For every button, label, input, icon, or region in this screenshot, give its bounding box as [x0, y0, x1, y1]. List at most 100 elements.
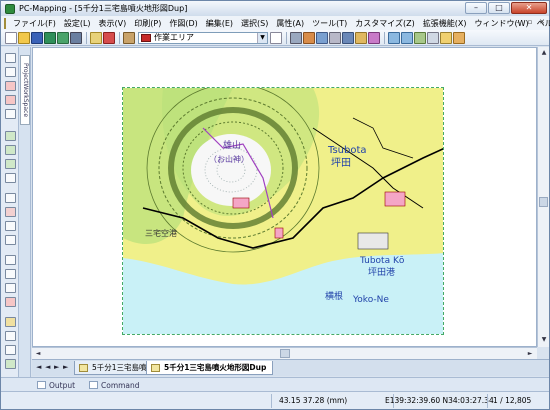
tab-next-icon[interactable]: ►: [54, 363, 59, 371]
pan-icon[interactable]: [427, 31, 439, 44]
vertical-scrollbar[interactable]: ▲ ▼: [537, 47, 549, 347]
zoom-in-icon[interactable]: [388, 31, 400, 44]
menu-print[interactable]: 印刷(P): [130, 18, 165, 29]
menu-select[interactable]: 選択(S): [237, 18, 272, 29]
label-peak: 雄山: [223, 139, 241, 151]
horizontal-scroll-thumb[interactable]: [280, 349, 290, 358]
map-scale: 1 / 12,805: [493, 396, 532, 405]
tab-prev-icon[interactable]: ◄: [45, 363, 50, 371]
query-icon[interactable]: [316, 31, 328, 44]
export-icon[interactable]: [57, 31, 69, 44]
close-button[interactable]: ✕: [511, 2, 547, 14]
export-tool-icon[interactable]: [5, 359, 16, 369]
menu-view[interactable]: 表示(V): [95, 18, 131, 29]
refresh-icon[interactable]: [440, 31, 452, 44]
tab-command[interactable]: Command: [89, 379, 140, 391]
measure-icon[interactable]: [329, 31, 341, 44]
point-tool-icon[interactable]: [5, 131, 16, 141]
move-tool-icon[interactable]: [5, 207, 16, 217]
tab-project-workspace[interactable]: ProjectWorkSpace: [20, 55, 30, 125]
gear-icon[interactable]: [290, 31, 302, 44]
title-bar[interactable]: PC-Mapping - [5千分1三宅島噴火地形図Dup] – □ ✕: [1, 1, 549, 16]
measure-tool-icon[interactable]: [5, 317, 16, 327]
layer-color-swatch: [141, 33, 151, 42]
rotate-tool-icon[interactable]: [5, 221, 16, 231]
full-extent-icon[interactable]: [414, 31, 426, 44]
copy-tool-icon[interactable]: [5, 283, 16, 293]
mdi-restore-button[interactable]: ▫: [525, 18, 535, 27]
layer-properties-icon[interactable]: [270, 31, 282, 44]
label-tsubota-jp: 坪田: [331, 156, 351, 169]
layout-tool-icon[interactable]: [5, 345, 16, 355]
topographic-map: 雄山 （お山神） Tsubota 坪田 Tubota Kō 坪田港 横根 Yok…: [123, 88, 443, 334]
map-canvas[interactable]: 雄山 （お山神） Tsubota 坪田 Tubota Kō 坪田港 横根 Yok…: [122, 87, 444, 335]
menu-file[interactable]: ファイル(F): [9, 18, 60, 29]
save-all-icon[interactable]: [44, 31, 56, 44]
tab-last-icon[interactable]: ►: [63, 363, 68, 371]
mdi-close-button[interactable]: ✕: [537, 18, 547, 27]
toolbar-separator: [384, 31, 385, 44]
zoom-in-tool-icon[interactable]: [5, 81, 16, 91]
rectangle-select-icon[interactable]: [5, 67, 16, 77]
zoom-out-icon[interactable]: [401, 31, 413, 44]
tab-output[interactable]: Output: [37, 379, 75, 391]
scroll-left-arrow-icon[interactable]: ◄: [33, 349, 43, 359]
buffer-tool-icon[interactable]: [5, 269, 16, 279]
layer-select[interactable]: 作業エリア ▼: [138, 31, 268, 44]
magnifier-icon[interactable]: [5, 297, 16, 307]
vertex-edit-icon[interactable]: [5, 193, 16, 203]
scroll-up-arrow-icon[interactable]: ▲: [539, 48, 549, 58]
horizontal-scrollbar[interactable]: ◄ ►: [32, 347, 537, 359]
minimize-button[interactable]: –: [465, 2, 487, 14]
new-file-icon[interactable]: [5, 31, 17, 44]
text-tool-icon[interactable]: [5, 173, 16, 183]
menu-edit[interactable]: 編集(E): [202, 18, 237, 29]
status-bar: 43.15 37.28 (mm) E139:32:39.60 N34:03:27…: [1, 391, 549, 409]
menu-tools[interactable]: ツール(T): [308, 18, 351, 29]
polygon-tool-icon[interactable]: [5, 159, 16, 169]
save-icon[interactable]: [31, 31, 43, 44]
document-icon: [79, 363, 88, 372]
maximize-button[interactable]: □: [488, 2, 510, 14]
building-block: [232, 197, 250, 209]
tab-first-icon[interactable]: ◄: [36, 363, 41, 371]
tab-label: 5千分1三宅島噴火地形図Dup: [164, 363, 267, 372]
search-icon[interactable]: [342, 31, 354, 44]
pan-hand-icon[interactable]: [5, 109, 16, 119]
print-icon[interactable]: [70, 31, 82, 44]
map-viewport[interactable]: 雄山 （お山神） Tsubota 坪田 Tubota Kō 坪田港 横根 Yok…: [32, 47, 537, 347]
edit-tool-icon[interactable]: [90, 31, 102, 44]
tab-document-2[interactable]: 5千分1三宅島噴火地形図Dup: [146, 361, 274, 375]
bookmark-icon[interactable]: [355, 31, 367, 44]
grid-tool-icon[interactable]: [5, 331, 16, 341]
delete-icon[interactable]: [103, 31, 115, 44]
app-logo-icon: [5, 3, 15, 14]
menu-settings[interactable]: 設定(L): [60, 18, 95, 29]
project-workspace-panel: ProjectWorkSpace: [19, 47, 31, 377]
status-separator: [487, 394, 488, 408]
toolbar-separator: [86, 31, 87, 44]
open-folder-icon[interactable]: [18, 31, 30, 44]
vertical-scroll-thumb[interactable]: [539, 197, 548, 207]
select-arrow-icon[interactable]: [5, 53, 16, 63]
menu-attribute[interactable]: 属性(A): [272, 18, 308, 29]
document-icon[interactable]: [4, 17, 6, 29]
menu-customize[interactable]: カスタマイズ(Z): [351, 18, 418, 29]
attribute-table-icon[interactable]: [303, 31, 315, 44]
chevron-down-icon[interactable]: ▼: [257, 32, 267, 43]
menu-draw[interactable]: 作図(D): [165, 18, 201, 29]
layer-manager-icon[interactable]: [123, 31, 135, 44]
scroll-down-arrow-icon[interactable]: ▼: [539, 335, 549, 345]
line-tool-icon[interactable]: [5, 145, 16, 155]
scroll-right-arrow-icon[interactable]: ►: [525, 349, 535, 359]
style-icon[interactable]: [368, 31, 380, 44]
zoom-out-tool-icon[interactable]: [5, 95, 16, 105]
join-tool-icon[interactable]: [5, 255, 16, 265]
info-icon[interactable]: [453, 31, 465, 44]
split-tool-icon[interactable]: [5, 235, 16, 245]
command-icon: [89, 381, 98, 389]
menu-bar: ファイル(F) 設定(L) 表示(V) 印刷(P) 作図(D) 編集(E) 選択…: [1, 16, 550, 30]
menu-extensions[interactable]: 拡張機能(X): [419, 18, 471, 29]
app-window: PC-Mapping - [5千分1三宅島噴火地形図Dup] – □ ✕ ファイ…: [0, 0, 550, 410]
mdi-minimize-button[interactable]: –: [513, 18, 523, 27]
